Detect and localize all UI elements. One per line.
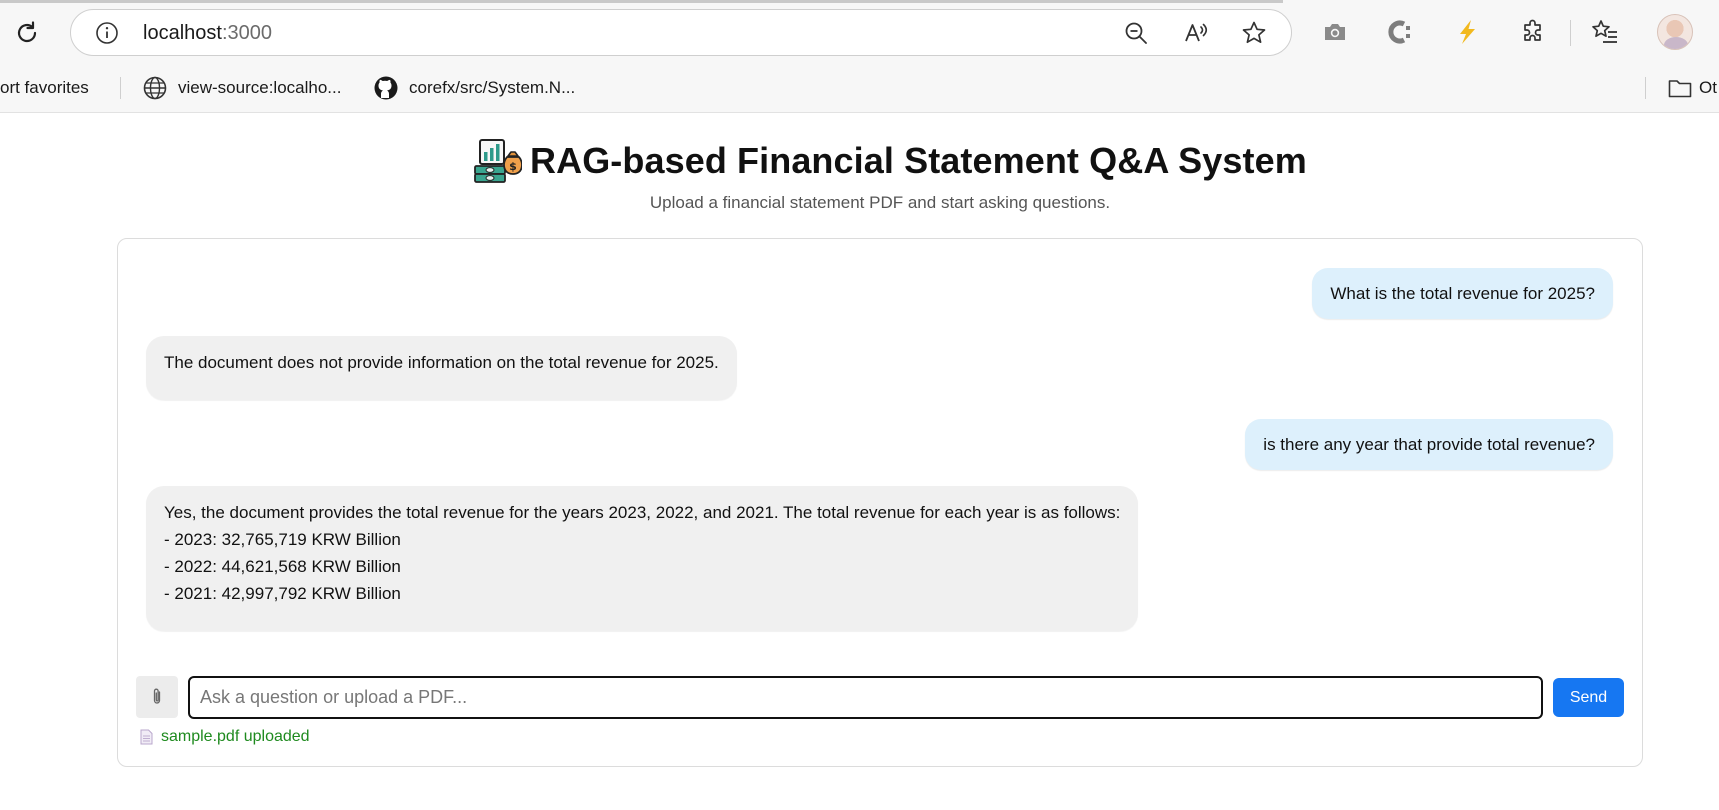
question-input[interactable] [188,676,1543,719]
zoom-out-button[interactable] [1123,20,1149,46]
extension-lightning-button[interactable] [1452,17,1482,47]
zoom-out-icon [1125,22,1147,44]
camera-icon [1325,24,1345,40]
github-icon [374,76,398,100]
url-port: :3000 [221,22,272,44]
bookmark-corefx[interactable]: corefx/src/System.N... [373,75,575,101]
bookmark-other-favorites[interactable]: Ot [1667,75,1717,101]
read-aloud-button[interactable] [1183,20,1209,46]
bookmark-label: Ot [1699,78,1717,97]
bookmarks-divider [120,77,121,99]
bookmark-view-source[interactable]: view-source:localho... [142,75,341,101]
extension-c-button[interactable] [1386,17,1416,47]
money-bag-chart-icon: $ [474,139,522,183]
reload-icon [17,21,37,43]
puzzle-icon [1524,19,1541,41]
profile-avatar[interactable] [1657,14,1693,50]
star-icon [1242,21,1266,44]
assistant-message: The document does not provide informatio… [146,336,737,400]
upload-status-text: sample.pdf uploaded [161,728,310,745]
user-message: What is the total revenue for 2025? [1312,268,1613,319]
read-aloud-icon [1185,23,1208,42]
browser-toolbar: localhost:3000 [0,0,1719,64]
user-message: is there any year that provide total rev… [1245,419,1613,470]
assistant-message: Yes, the document provides the total rev… [146,486,1139,631]
message-text: - 2021: 42,997,792 KRW Billion [164,584,401,603]
page-title: RAG-based Financial Statement Q&A System [530,140,1307,181]
address-bar[interactable]: localhost:3000 [70,9,1292,56]
screenshot-button[interactable] [1320,17,1350,47]
attach-pdf-button[interactable] [136,676,178,718]
bookmarks-bar: ort favorites view-source:localho... cor… [0,64,1719,113]
bookmarks-divider [1645,77,1646,99]
c-extension-icon [1388,20,1410,44]
reload-button[interactable] [10,16,44,50]
message-text: is there any year that provide total rev… [1263,435,1595,454]
site-info-icon[interactable] [95,21,119,45]
upload-status: sample.pdf uploaded [140,728,310,746]
message-text: - 2022: 44,621,568 KRW Billion [164,557,401,576]
svg-text:$: $ [509,160,517,173]
bookmark-import-favorites[interactable]: ort favorites [0,75,89,101]
bookmark-label: ort favorites [0,78,89,97]
paperclip-icon [153,688,161,704]
lightning-icon [1460,20,1475,44]
send-button[interactable]: Send [1553,678,1624,717]
message-text: What is the total revenue for 2025? [1330,284,1595,303]
bookmark-label: view-source:localho... [178,78,342,97]
favorites-list-icon [1592,20,1617,43]
url-host: localhost [143,22,222,44]
loading-progress-bar [0,0,1283,3]
page-header: $ RAG-based Financial Statement Q&A Syst… [474,138,1307,184]
favorites-button[interactable] [1590,17,1620,47]
document-icon [140,729,153,745]
bookmark-label: corefx/src/System.N... [409,78,576,97]
message-text: - 2023: 32,765,719 KRW Billion [164,530,401,549]
globe-icon [143,76,167,100]
extensions-button[interactable] [1518,17,1548,47]
folder-icon [1668,80,1692,98]
toolbar-divider [1570,20,1571,46]
page-subtitle: Upload a financial statement PDF and sta… [649,193,1111,212]
message-text: The document does not provide informatio… [164,353,719,372]
message-text: Yes, the document provides the total rev… [164,503,1121,522]
url-text[interactable]: localhost:3000 [143,22,272,45]
favorite-button[interactable] [1241,20,1267,46]
